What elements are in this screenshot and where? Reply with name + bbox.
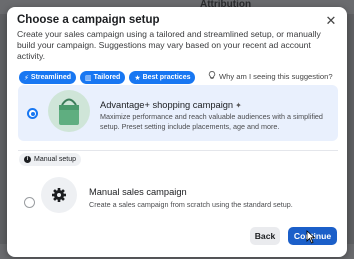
why-link-text: Why am I seeing this suggestion? [219,72,333,81]
advantage-shopping-option[interactable]: Advantage+ shopping campaign ✦ Maximize p… [18,85,338,141]
advantage-title-text: Advantage+ shopping campaign [100,100,234,110]
section-divider [18,150,338,151]
lightning-icon: ⚡ [24,74,29,82]
star-icon: ★ [134,74,141,82]
gear-icon [41,177,77,213]
manual-title: Manual sales campaign [89,187,187,197]
close-icon[interactable]: ✕ [323,13,339,29]
why-suggestion-link[interactable]: Why am I seeing this suggestion? [208,71,333,82]
manual-setup-text: Manual setup [34,156,77,163]
sparkle-icon: ✦ [235,101,242,110]
advantage-title: Advantage+ shopping campaign ✦ [100,100,242,110]
tag-streamlined: ⚡ Streamlined [19,71,76,84]
shopping-bag-icon [48,90,90,132]
tag-label: Streamlined [30,74,71,81]
dialog-subtitle: Create your sales campaign using a tailo… [17,29,321,61]
advantage-description: Maximize performance and reach valuable … [100,112,323,131]
tag-tailored: ▥ Tailored [80,71,126,84]
advantage-radio-selected[interactable] [27,108,38,119]
manual-radio-unselected[interactable] [24,197,35,208]
dialog-title: Choose a campaign setup [17,14,160,26]
tag-label: Best practices [142,74,191,81]
tag-label: Tailored [93,74,121,81]
chart-icon: ▥ [85,74,92,82]
info-icon: i [24,156,31,163]
campaign-setup-dialog: Choose a campaign setup ✕ Create your sa… [7,7,347,257]
feature-tags: ⚡ Streamlined ▥ Tailored ★ Best practice… [19,71,196,84]
manual-description: Create a sales campaign from scratch usi… [89,200,293,209]
back-button[interactable]: Back [250,227,280,245]
lightbulb-icon [208,71,216,82]
tag-best-practices: ★ Best practices [129,71,196,84]
mouse-cursor-icon [306,230,316,244]
manual-setup-label: i Manual setup [19,153,82,166]
